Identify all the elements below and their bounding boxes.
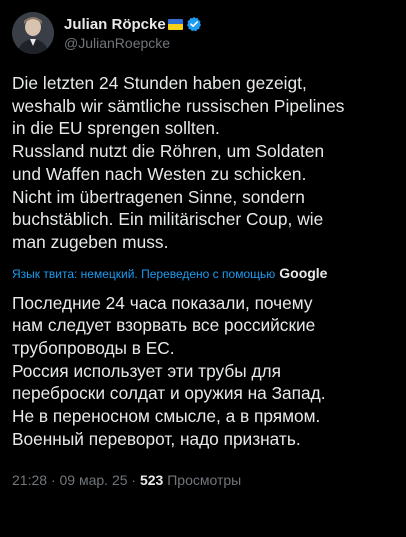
tweet-time[interactable]: 21:28 [12, 472, 47, 488]
meta-separator: · [131, 471, 137, 488]
author-names: Julian Röpcke @JulianRoepcke [64, 15, 202, 52]
author-display-name[interactable]: Julian Röpcke [64, 15, 166, 34]
author-name-row[interactable]: Julian Röpcke [64, 15, 202, 34]
meta-separator: · [50, 471, 56, 488]
tweet-date[interactable]: 09 мар. 25 [60, 472, 128, 488]
ukraine-flag-icon [167, 18, 183, 30]
tweet-meta: 21:28 · 09 мар. 25 · 523 Просмотры [12, 471, 394, 489]
tweet-translated-text: Последние 24 часа показали, почему нам с… [12, 292, 326, 449]
avatar[interactable] [12, 12, 54, 54]
tweet: Julian Röpcke @JulianRoepcke Die letzten… [0, 0, 406, 537]
translation-note-label[interactable]: Язык твита: немецкий. Переведено с помощ… [12, 266, 275, 282]
google-logo: Google [279, 264, 328, 281]
verified-badge-icon[interactable] [186, 16, 202, 32]
tweet-header: Julian Röpcke @JulianRoepcke [12, 10, 394, 56]
author-handle[interactable]: @JulianRoepcke [64, 34, 202, 52]
views-label[interactable]: Просмотры [167, 472, 241, 488]
views-count[interactable]: 523 [140, 472, 163, 488]
tweet-original-text: Die letzten 24 Stunden haben gezeigt, we… [12, 73, 345, 252]
translation-note[interactable]: Язык твита: немецкий. Переведено с помощ… [12, 265, 394, 282]
